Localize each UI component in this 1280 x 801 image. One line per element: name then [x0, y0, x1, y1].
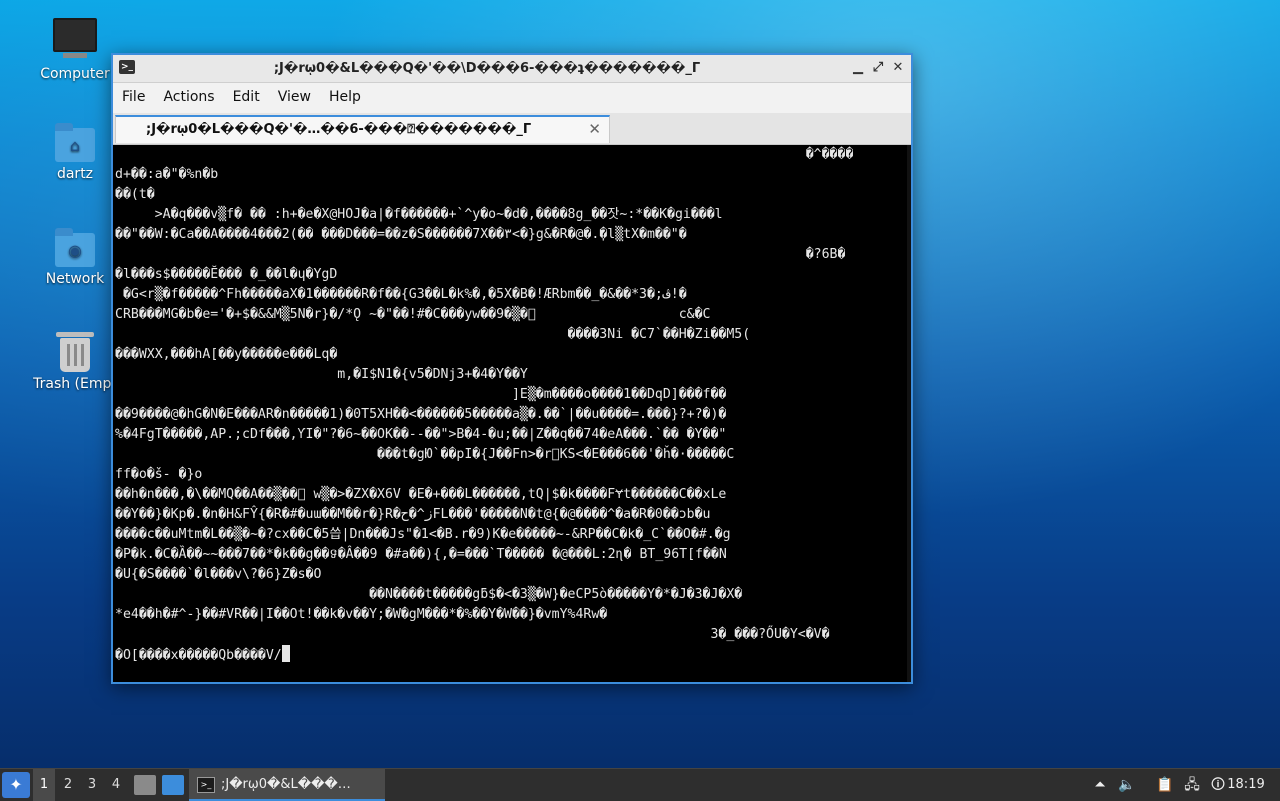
terminal-line: �G<r▒�f�����^Fh�����aX�1������R�f��{G3��… — [115, 287, 687, 302]
maximize-icon[interactable]: ⤢ — [869, 59, 887, 77]
menu-help[interactable]: Help — [320, 83, 370, 105]
terminal-line: ��9����@�hG�N�E���AR�n�����1)�0T5XH��<��… — [115, 407, 727, 422]
terminal-line: ��(t� — [115, 187, 155, 202]
menu-file[interactable]: File — [113, 83, 154, 105]
terminal-line: 3�_���?ŐU�Y<�V� — [115, 627, 830, 642]
terminal-line: ��h�n���,�\��MQ��A��▒��⃞ w▒�>�ZX�X6V �E�… — [115, 487, 727, 502]
terminal-line: �l���s$�����Ĕ��� �_��l�ɥ�YgD — [115, 267, 338, 282]
network-icon: ◉ — [55, 228, 95, 267]
workspace-4[interactable]: 4 — [105, 769, 127, 801]
terminal-line: >A�q���v▒f� �� :h+�e�X@HOJ�a|�f������+`^… — [115, 207, 723, 222]
terminal-cursor — [281, 645, 290, 662]
network-status-icon[interactable]: 🖧 — [1182, 775, 1202, 795]
window-titlebar[interactable]: >_ ;Ј�rῳ0�&L���Q�'��\D���6-���ʇ�������_Г… — [113, 55, 911, 83]
terminal-app-icon: >_ — [119, 60, 135, 74]
terminal-line: *e4��h�#^-}��#VR��|I��Ot!��k�v��Y;�W�gM�… — [115, 607, 608, 622]
taskbar-terminal-task[interactable]: >_ ;Ј�rῳ0�&L���… — [189, 769, 385, 801]
workspace-2[interactable]: 2 — [57, 769, 79, 801]
terminal-task-icon: >_ — [197, 777, 215, 793]
clipboard-icon[interactable]: 📋 — [1155, 775, 1175, 795]
close-icon[interactable]: ✕ — [889, 59, 907, 77]
computer-icon — [53, 18, 97, 58]
menu-edit[interactable]: Edit — [224, 83, 269, 105]
tab-close-icon[interactable]: ✕ — [588, 120, 601, 138]
terminal-tab[interactable]: ;Ј�rῳ0�L���Q�'�…��6-���⍰�������_Г ✕ — [115, 115, 610, 143]
show-desktop-icon[interactable] — [162, 775, 184, 795]
terminal-window: >_ ;Ј�rῳ0�&L���Q�'��\D���6-���ʇ�������_Г… — [111, 53, 913, 684]
volume-icon[interactable]: 🔈 — [1117, 775, 1137, 795]
terminal-line: ]E▒�m����o����1��DqD]���f�� — [115, 387, 727, 402]
minimize-icon[interactable]: ▁ — [849, 59, 867, 77]
tab-bar: ;Ј�rῳ0�L���Q�'�…��6-���⍰�������_Г ✕ — [113, 113, 911, 145]
terminal-scrollbar[interactable] — [907, 145, 911, 682]
terminal-line: �O[����x�����Qb����V/ — [115, 648, 282, 663]
terminal-line: ����3Ni �C7`��H�Zi��M5( — [115, 327, 751, 342]
clock[interactable]: 18:19 — [1222, 769, 1270, 801]
trash-icon — [56, 332, 94, 372]
application-menu-icon[interactable]: ✦ — [2, 772, 30, 798]
terminal-line: �U{�S����`�l���v\?�6}Z�s�O — [115, 567, 322, 582]
terminal-line: �?6B� — [115, 247, 846, 262]
terminal-line: ff�o�š- �}o — [115, 467, 203, 482]
menu-actions[interactable]: Actions — [154, 83, 223, 105]
window-title: ;Ј�rῳ0�&L���Q�'��\D���6-���ʇ�������_Г — [273, 61, 701, 76]
workspace-1[interactable]: 1 — [33, 769, 55, 801]
terminal-line: m,�I$N1�{v5�DNj3+�4�Y��Y — [115, 367, 528, 382]
terminal-line: �^���� — [115, 147, 854, 162]
file-manager-launcher-icon[interactable] — [134, 775, 156, 795]
terminal-line: %�4FgT�����,AP.;cDf���,ƳI�"?�6~��OK��--�… — [115, 427, 727, 442]
terminal-line: ��"��W:�Ca��A����4���2(�� ���D���=��z�S�… — [115, 227, 687, 242]
workspace-3[interactable]: 3 — [81, 769, 103, 801]
tab-label: ;Ј�rῳ0�L���Q�'�…��6-���⍰�������_Г — [146, 122, 532, 137]
terminal-line: ����c��uMtm�L��▒�~�?cx��C�5씁|Dn���Js"�1<… — [115, 527, 731, 542]
terminal-line: ���t�gЮ`��pI�{J��Fn>�r⃞KS<�E���6��'�ȟ�·�… — [115, 447, 735, 462]
terminal-text: �^���� d+��:a�"�%n�b ��(t� >A�q���v▒f� �… — [113, 145, 911, 666]
menu-view[interactable]: View — [269, 83, 320, 105]
terminal-line: CRB���MG�b�e='�+$�&&M▒5N�r}�/*Ǫ ~�"��!#�… — [115, 307, 711, 322]
terminal-line: d+��:a�"�%n�b — [115, 167, 219, 182]
terminal-line: ��N����t�����gƃ$�<�3▒�W}�eCP5ò�����Y�*�J… — [115, 587, 743, 602]
terminal-line: ���WXX,���hA[��y�����e���Lq� — [115, 347, 338, 362]
terminal-line: ��Y��}�Kp�.�n�H&FŶ{�R�#�uɯ��M��r�}R�ز^�ح… — [115, 507, 711, 522]
taskbar: ✦ 1 2 3 4 >_ ;Ј�rῳ0�&L���… ⏶ 🔈 📋 🖧 🛈 18:… — [0, 768, 1280, 801]
terminal-line: �P�k.�C�Ȁ��~~���7��*�k��g��ទ�Â��9 �#a��)… — [115, 547, 727, 562]
menu-bar: File Actions Edit View Help — [113, 83, 911, 113]
terminal-output[interactable]: �^���� d+��:a�"�%n�b ��(t� >A�q���v▒f� �… — [113, 145, 911, 682]
task-label: ;Ј�rῳ0�&L���… — [221, 777, 351, 792]
home-folder-icon: ⌂ — [55, 123, 95, 162]
tray-up-arrow-icon[interactable]: ⏶ — [1090, 775, 1110, 795]
